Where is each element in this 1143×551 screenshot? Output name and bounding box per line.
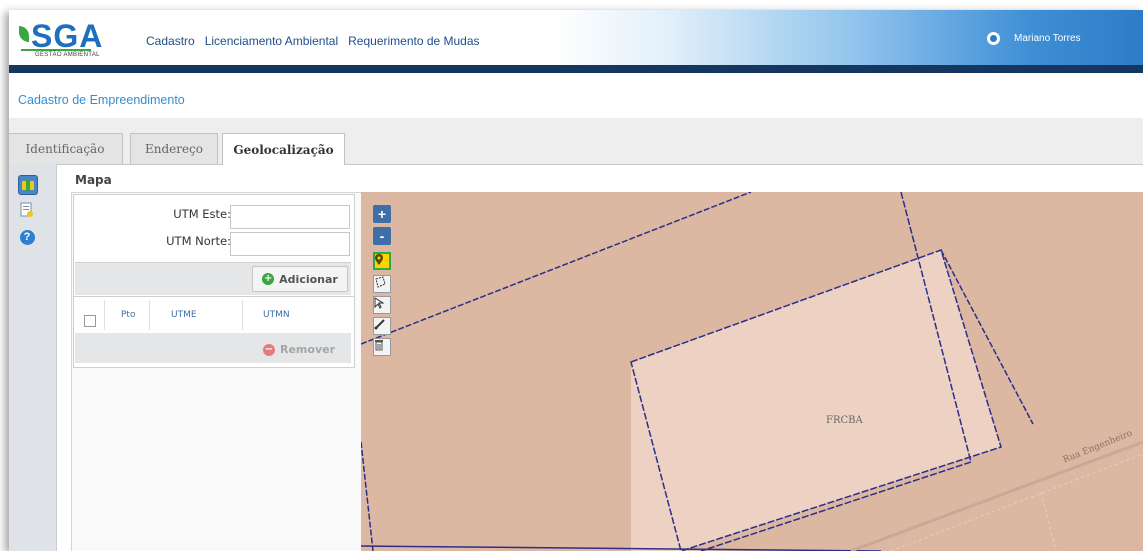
draw-polygon-icon[interactable] xyxy=(373,275,391,293)
map-canvas[interactable]: FRCBA Rua Engenheiro + - xyxy=(361,192,1143,551)
header-divider xyxy=(9,65,1143,73)
column-separator xyxy=(242,300,243,330)
nav-item-requerimento[interactable]: Requerimento de Mudas xyxy=(348,34,479,48)
column-header-pto[interactable]: Pto xyxy=(121,310,135,320)
utm-norte-input[interactable] xyxy=(230,232,350,256)
minus-circle-icon: − xyxy=(263,343,275,356)
select-icon[interactable] xyxy=(373,296,391,314)
page-title: Cadastro de Empreendimento xyxy=(18,93,185,107)
globe-icon xyxy=(987,32,1000,45)
add-button-label: Adicionar xyxy=(279,272,338,286)
utm-norte-label: UTM Norte: xyxy=(166,234,231,248)
utm-este-input[interactable] xyxy=(230,205,350,229)
plus-circle-icon: + xyxy=(262,273,275,285)
leaf-icon xyxy=(19,26,29,42)
remove-button[interactable]: − Remover xyxy=(263,343,335,356)
app-window: SGA GESTÃO AMBIENTAL Cadastro Licenciame… xyxy=(9,10,1143,551)
user-menu[interactable]: Mariano Torres xyxy=(987,32,1081,45)
nav-item-cadastro[interactable]: Cadastro xyxy=(146,34,195,48)
map-tool-icon[interactable] xyxy=(18,175,38,195)
remove-button-label: Remover xyxy=(280,343,336,356)
help-icon[interactable]: ? xyxy=(18,228,36,246)
column-separator xyxy=(104,300,105,330)
logo-underline xyxy=(21,49,91,51)
select-all-checkbox[interactable] xyxy=(84,315,96,327)
logo-text: SGA xyxy=(31,18,104,54)
column-header-utmn[interactable]: UTMN xyxy=(263,310,290,320)
zoom-out-icon[interactable]: - xyxy=(373,227,391,245)
grid-header xyxy=(75,300,351,330)
user-name: Mariano Torres xyxy=(1014,33,1081,44)
tab-identificacao[interactable]: Identificação xyxy=(9,133,123,164)
nav-item-licenciamento[interactable]: Licenciamento Ambiental xyxy=(205,34,338,48)
document-icon[interactable] xyxy=(18,201,36,219)
add-button[interactable]: + Adicionar xyxy=(252,266,348,292)
top-header: SGA GESTÃO AMBIENTAL Cadastro Licenciame… xyxy=(9,10,1143,65)
logo-subtitle: GESTÃO AMBIENTAL xyxy=(35,52,100,58)
tab-geolocalizacao[interactable]: Geolocalização xyxy=(222,133,345,165)
utm-este-label: UTM Este: xyxy=(173,207,231,221)
sga-logo[interactable]: SGA GESTÃO AMBIENTAL xyxy=(19,18,124,62)
edit-icon[interactable] xyxy=(373,317,391,335)
lot-label: FRCBA xyxy=(826,415,863,426)
trash-icon[interactable] xyxy=(373,338,391,356)
section-title: Mapa xyxy=(75,173,112,187)
zoom-in-icon[interactable]: + xyxy=(373,205,391,223)
main-nav: Cadastro Licenciamento Ambiental Requeri… xyxy=(146,34,480,48)
map-polygons xyxy=(361,192,1143,551)
column-header-utme[interactable]: UTME xyxy=(171,310,197,320)
place-point-icon[interactable] xyxy=(373,252,391,270)
left-toolbar: ? xyxy=(9,164,57,551)
tab-endereco[interactable]: Endereço xyxy=(130,133,218,164)
column-separator xyxy=(149,300,150,330)
